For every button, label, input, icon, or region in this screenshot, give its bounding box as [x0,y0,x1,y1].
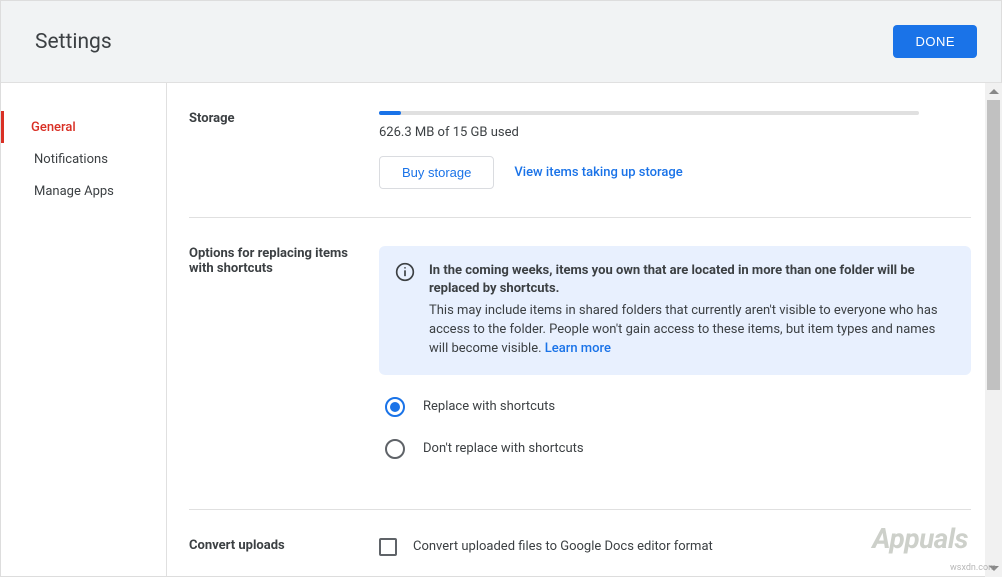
settings-header: Settings DONE [1,1,1001,83]
buy-storage-button[interactable]: Buy storage [379,156,494,189]
view-items-link[interactable]: View items taking up storage [514,165,682,180]
section-label-convert: Convert uploads [189,538,379,556]
radio-input-dont-replace[interactable] [385,439,405,459]
info-icon [395,262,415,282]
settings-sidebar: General Notifications Manage Apps [1,83,167,576]
radio-input-replace[interactable] [385,397,405,417]
sidebar-item-label: Notifications [34,152,108,167]
notice-description: This may include items in shared folders… [429,303,938,356]
notice-headline: In the coming weeks, items you own that … [429,262,951,298]
settings-content: Storage 626.3 MB of 15 GB used Buy stora… [167,83,1001,576]
checkbox-label: Convert uploaded files to Google Docs ed… [413,539,713,554]
section-storage: Storage 626.3 MB of 15 GB used Buy stora… [189,111,971,218]
sidebar-item-manage-apps[interactable]: Manage Apps [1,175,166,207]
section-shortcuts: Options for replacing items with shortcu… [189,246,971,510]
radio-label: Replace with shortcuts [423,399,555,414]
learn-more-link[interactable]: Learn more [545,341,611,356]
convert-checkbox[interactable] [379,538,397,556]
scrollbar[interactable] [985,83,1002,577]
convert-uploads-checkbox-row[interactable]: Convert uploaded files to Google Docs ed… [379,538,971,556]
storage-fill [379,111,401,115]
done-button[interactable]: DONE [893,25,977,58]
sidebar-item-general[interactable]: General [1,111,166,143]
shortcuts-notice: In the coming weeks, items you own that … [379,246,971,375]
sidebar-item-notifications[interactable]: Notifications [1,143,166,175]
radio-replace[interactable]: Replace with shortcuts [385,397,971,417]
storage-bar [379,111,919,115]
section-convert-uploads: Convert uploads Convert uploaded files t… [189,538,971,556]
page-title: Settings [35,30,112,54]
radio-dont-replace[interactable]: Don't replace with shortcuts [385,439,971,459]
scroll-thumb[interactable] [987,100,1000,390]
scroll-up-icon[interactable] [985,83,1002,100]
section-label-storage: Storage [189,111,379,189]
sidebar-item-label: General [31,120,76,135]
scroll-down-icon[interactable] [985,560,1002,577]
radio-label: Don't replace with shortcuts [423,441,584,456]
section-label-shortcuts: Options for replacing items with shortcu… [189,246,379,481]
sidebar-item-label: Manage Apps [34,184,114,199]
storage-usage-text: 626.3 MB of 15 GB used [379,125,971,140]
